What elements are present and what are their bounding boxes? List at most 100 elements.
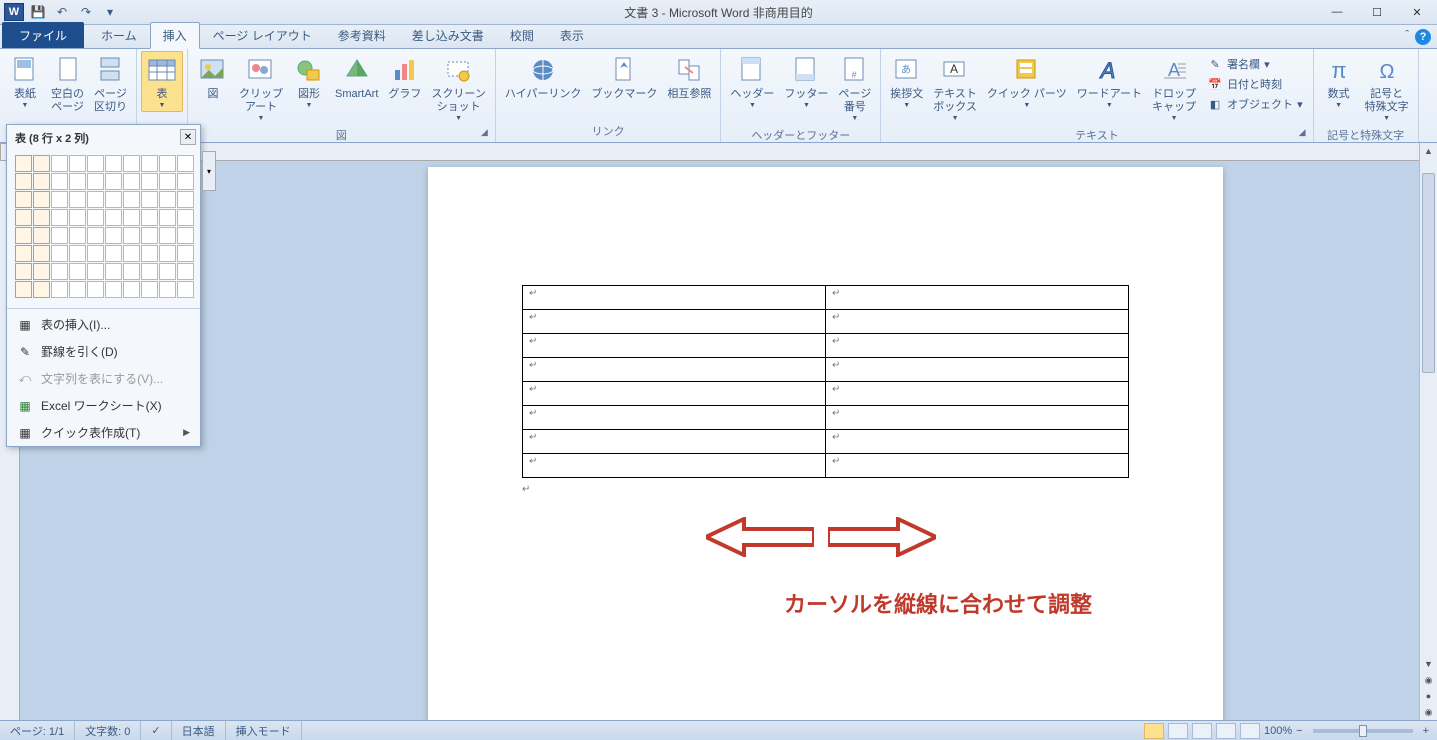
grid-cell[interactable]	[51, 227, 68, 244]
grid-cell[interactable]	[87, 191, 104, 208]
grid-cell[interactable]	[51, 155, 68, 172]
grid-cell[interactable]	[51, 173, 68, 190]
chart-button[interactable]: グラフ	[383, 51, 426, 104]
undo-icon[interactable]: ↶	[52, 2, 72, 22]
hyperlink-button[interactable]: ハイパーリンク	[500, 51, 587, 104]
grid-cell[interactable]	[87, 263, 104, 280]
browse-object-icon[interactable]: ●	[1420, 688, 1437, 704]
zoom-level[interactable]: 100%	[1264, 725, 1292, 737]
grid-cell[interactable]	[123, 227, 140, 244]
prev-page-icon[interactable]: ◉	[1420, 672, 1437, 688]
grid-cell[interactable]	[105, 245, 122, 262]
grid-cell[interactable]	[141, 155, 158, 172]
table-cell[interactable]: ↵	[523, 286, 826, 310]
grid-cell[interactable]	[177, 227, 194, 244]
qat-customize-icon[interactable]: ▾	[100, 2, 120, 22]
scroll-thumb[interactable]	[1422, 173, 1435, 373]
bookmark-button[interactable]: ブックマーク	[586, 51, 662, 104]
quickparts-button[interactable]: クイック パーツ▼	[982, 51, 1072, 112]
grid-cell[interactable]	[159, 173, 176, 190]
table-cell[interactable]: ↵	[523, 430, 826, 454]
save-icon[interactable]: 💾	[28, 2, 48, 22]
grid-cell[interactable]	[105, 191, 122, 208]
status-words[interactable]: 文字数: 0	[75, 721, 141, 740]
grid-cell[interactable]	[15, 245, 32, 262]
grid-cell[interactable]	[159, 281, 176, 298]
next-page-icon[interactable]: ◉	[1420, 704, 1437, 720]
grid-cell[interactable]	[177, 155, 194, 172]
grid-cell[interactable]	[105, 227, 122, 244]
grid-cell[interactable]	[159, 191, 176, 208]
object-button[interactable]: ◧オブジェクト ▾	[1205, 95, 1305, 113]
maximize-button[interactable]: ☐	[1357, 0, 1397, 25]
pageno-button[interactable]: #ページ 番号▼	[833, 51, 876, 125]
grid-cell[interactable]	[141, 191, 158, 208]
grid-cell[interactable]	[33, 191, 50, 208]
table-cell[interactable]: ↵	[523, 334, 826, 358]
equation-button[interactable]: π数式▼	[1318, 51, 1360, 112]
grid-cell[interactable]	[159, 227, 176, 244]
smartart-button[interactable]: SmartArt	[330, 51, 383, 104]
grid-cell[interactable]	[141, 263, 158, 280]
cover-page-button[interactable]: 表紙▼	[4, 51, 46, 112]
table-cell[interactable]: ↵	[523, 310, 826, 334]
scroll-down-icon[interactable]: ▼	[1420, 656, 1437, 672]
grid-cell[interactable]	[87, 173, 104, 190]
tab-file[interactable]: ファイル	[2, 22, 84, 48]
grid-cell[interactable]	[105, 155, 122, 172]
view-draft-button[interactable]	[1240, 723, 1260, 739]
close-button[interactable]: ✕	[1397, 0, 1437, 25]
grid-cell[interactable]	[87, 209, 104, 226]
grid-cell[interactable]	[87, 227, 104, 244]
grid-cell[interactable]	[69, 245, 86, 262]
header-button[interactable]: ヘッダー▼	[725, 51, 779, 112]
zoom-slider[interactable]	[1313, 729, 1413, 733]
grid-cell[interactable]	[141, 281, 158, 298]
grid-cell[interactable]	[69, 191, 86, 208]
grid-cell[interactable]	[105, 281, 122, 298]
tab-insert[interactable]: 挿入	[150, 22, 200, 49]
grid-cell[interactable]	[33, 155, 50, 172]
grid-cell[interactable]	[15, 155, 32, 172]
grid-cell[interactable]	[15, 173, 32, 190]
grid-cell[interactable]	[105, 263, 122, 280]
grid-cell[interactable]	[123, 245, 140, 262]
table-cell[interactable]: ↵	[523, 406, 826, 430]
zoom-slider-knob[interactable]	[1359, 725, 1367, 737]
grid-cell[interactable]	[159, 245, 176, 262]
dialog-launcher-icon[interactable]: ◢	[481, 127, 493, 139]
table-cell[interactable]: ↵	[826, 454, 1129, 478]
help-icon[interactable]: ?	[1415, 29, 1431, 45]
tab-layout[interactable]: ページ レイアウト	[200, 22, 325, 48]
greeting-button[interactable]: あ挨拶文▼	[885, 51, 928, 112]
tab-references[interactable]: 参考資料	[325, 22, 399, 48]
grid-cell[interactable]	[123, 281, 140, 298]
quick-tables-menu-item[interactable]: ▦クイック表作成(T)▶	[7, 419, 200, 446]
table-cell[interactable]: ↵	[826, 334, 1129, 358]
screenshot-button[interactable]: スクリーン ショット▼	[426, 51, 490, 125]
grid-cell[interactable]	[123, 209, 140, 226]
grid-cell[interactable]	[141, 209, 158, 226]
dropcap-button[interactable]: Aドロップ キャップ▼	[1147, 51, 1201, 125]
panel-close-button[interactable]: ✕	[180, 129, 196, 145]
table-cell[interactable]: ↵	[826, 358, 1129, 382]
grid-cell[interactable]	[69, 173, 86, 190]
grid-cell[interactable]	[15, 281, 32, 298]
grid-cell[interactable]	[141, 173, 158, 190]
style-toggle-button[interactable]: ▾	[202, 151, 216, 191]
ribbon-collapse-icon[interactable]: ˆ	[1405, 29, 1409, 45]
draw-table-menu-item[interactable]: ✎罫線を引く(D)	[7, 338, 200, 365]
grid-cell[interactable]	[51, 245, 68, 262]
grid-cell[interactable]	[51, 263, 68, 280]
wordart-button[interactable]: Aワードアート▼	[1072, 51, 1147, 112]
datetime-button[interactable]: 📅日付と時刻	[1205, 75, 1305, 93]
zoom-out-button[interactable]: −	[1296, 725, 1302, 737]
table-cell[interactable]: ↵	[826, 310, 1129, 334]
document-page[interactable]: ↵↵↵↵↵↵↵↵↵↵↵↵↵↵↵↵ ↵ カーソルを縦線に合わせて調整	[428, 167, 1223, 720]
grid-cell[interactable]	[33, 209, 50, 226]
grid-cell[interactable]	[51, 209, 68, 226]
excel-sheet-menu-item[interactable]: ▦Excel ワークシート(X)	[7, 392, 200, 419]
table-cell[interactable]: ↵	[826, 286, 1129, 310]
grid-cell[interactable]	[123, 173, 140, 190]
table-cell[interactable]: ↵	[523, 454, 826, 478]
